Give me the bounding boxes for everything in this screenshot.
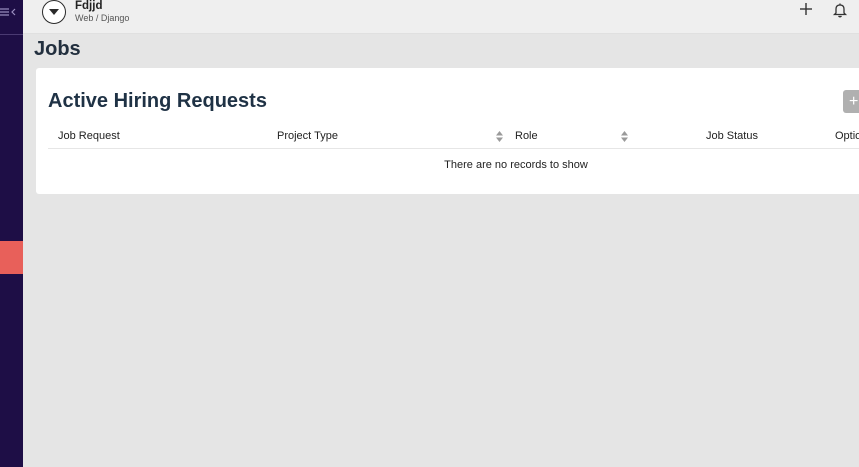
project-name: Fdjjd [75,0,103,12]
menu-collapse-icon[interactable] [0,4,16,20]
column-header-job-request[interactable]: Job Request [58,130,120,142]
table-header-divider [48,148,859,149]
add-request-button[interactable]: + [843,90,859,113]
topbar: Fdjjd Web / Django [23,0,859,34]
chevron-down-icon [49,9,59,15]
sort-icon[interactable] [496,131,503,142]
card-title: Active Hiring Requests [48,90,267,112]
sidebar [0,0,23,467]
plus-icon[interactable] [799,2,813,16]
column-header-options[interactable]: Optio [835,130,859,142]
page-title: Jobs [34,38,81,60]
sidebar-item-active[interactable] [0,241,23,274]
column-header-job-status[interactable]: Job Status [706,130,758,142]
sidebar-divider [0,34,23,35]
project-subtitle: Web / Django [75,13,130,23]
bell-icon[interactable] [832,2,848,18]
empty-table-message: There are no records to show [444,159,588,171]
sort-icon[interactable] [621,131,628,142]
column-header-role[interactable]: Role [515,130,538,142]
column-header-project-type[interactable]: Project Type [277,130,338,142]
project-switcher-button[interactable] [42,0,66,24]
hiring-requests-card: Active Hiring Requests + Job Request Pro… [36,68,859,194]
